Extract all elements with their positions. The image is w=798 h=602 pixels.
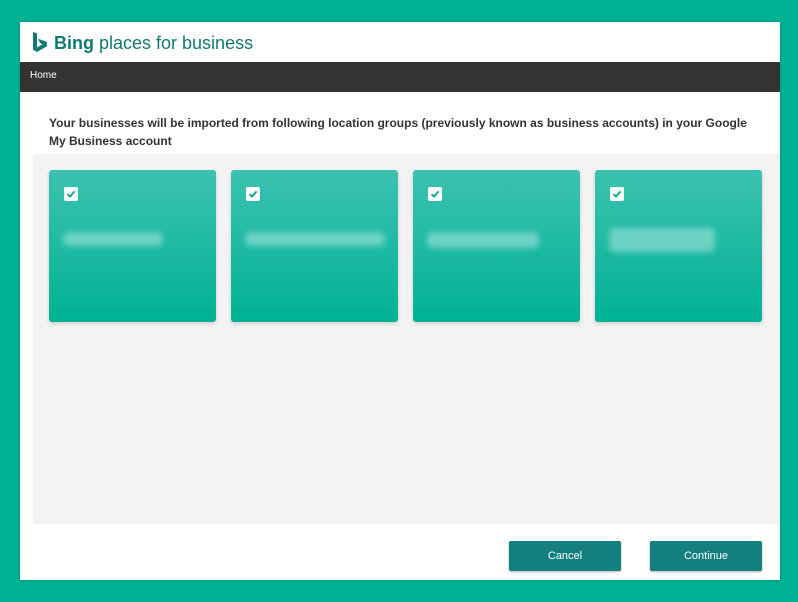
navbar: Home (20, 62, 780, 92)
brand-tagline: places for business (99, 32, 254, 53)
continue-button[interactable]: Continue (650, 541, 762, 571)
bing-logo-icon (32, 32, 48, 54)
location-group-card[interactable] (413, 170, 580, 322)
card-checkbox[interactable] (428, 187, 442, 201)
redacted-group-name (245, 232, 385, 246)
redacted-group-name (427, 232, 539, 248)
import-notice: Your businesses will be imported from fo… (33, 104, 780, 154)
location-group-card[interactable] (49, 170, 216, 322)
header: Bing places for business (20, 22, 780, 62)
card-checkbox[interactable] (246, 187, 260, 201)
card-checkbox[interactable] (610, 187, 624, 201)
checkmark-icon (66, 190, 76, 198)
card-checkbox[interactable] (64, 187, 78, 201)
nav-home-link[interactable]: Home (30, 70, 57, 81)
main-content: Your businesses will be imported from fo… (33, 104, 780, 524)
checkmark-icon (248, 190, 258, 198)
brand-name: Bing (54, 32, 94, 53)
location-group-card[interactable] (231, 170, 398, 322)
app-window: Bing places for business Home Your busin… (20, 22, 780, 580)
brand-logo[interactable]: Bing places for business (32, 29, 253, 57)
checkmark-icon (430, 190, 440, 198)
location-group-card[interactable] (595, 170, 762, 322)
redacted-group-name (63, 232, 163, 246)
cancel-button[interactable]: Cancel (509, 541, 621, 571)
footer-actions: Cancel Continue (33, 524, 780, 580)
checkmark-icon (612, 190, 622, 198)
redacted-group-name (609, 228, 715, 252)
